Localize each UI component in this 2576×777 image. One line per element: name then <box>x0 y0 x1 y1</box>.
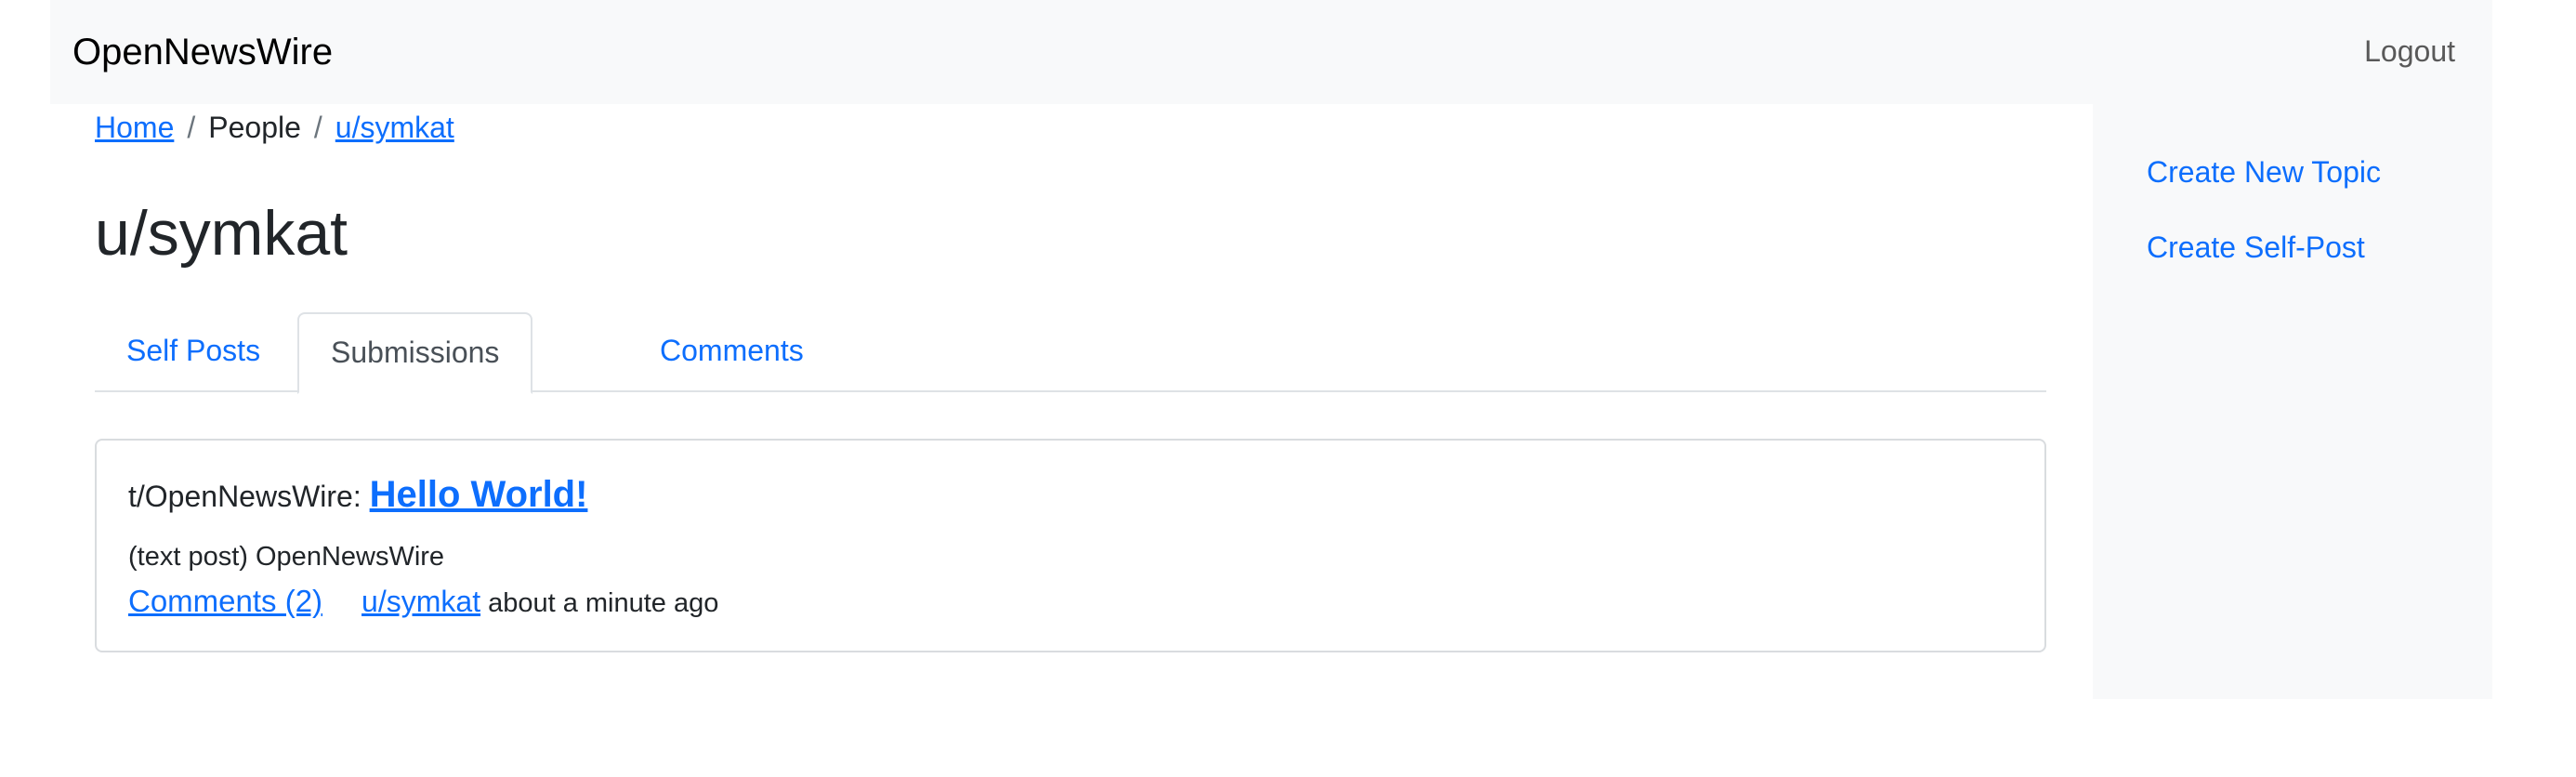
breadcrumb-people: People <box>208 111 301 144</box>
breadcrumb-separator: / <box>187 111 196 144</box>
submission-card: t/OpenNewsWire: Hello World! (text post)… <box>95 439 2046 652</box>
tab-comments[interactable]: Comments <box>628 312 835 392</box>
logout-link[interactable]: Logout <box>2364 30 2455 72</box>
page-title: u/symkat <box>95 198 348 269</box>
submission-footer: Comments (2) u/symkat about a minute ago <box>128 580 718 625</box>
submission-meta: (text post) OpenNewsWire <box>128 537 444 576</box>
top-navbar: OpenNewsWire Logout <box>50 0 2492 104</box>
tab-self-posts[interactable]: Self Posts <box>95 312 292 392</box>
breadcrumb-user-link[interactable]: u/symkat <box>335 111 454 144</box>
submission-time: about a minute ago <box>488 588 719 618</box>
breadcrumb-home-link[interactable]: Home <box>95 111 174 144</box>
profile-tabs: Self Posts Submissions Comments <box>95 312 2046 394</box>
comments-link[interactable]: Comments (2) <box>128 584 322 618</box>
submission-title-link[interactable]: Hello World! <box>370 474 588 515</box>
create-new-topic-link[interactable]: Create New Topic <box>2147 151 2381 193</box>
breadcrumb-separator: / <box>313 111 322 144</box>
tab-submissions[interactable]: Submissions <box>297 312 533 394</box>
right-sidebar: Create New Topic Create Self-Post <box>2093 104 2492 699</box>
author-link[interactable]: u/symkat <box>361 585 480 618</box>
submission-type: (text post) <box>128 542 248 572</box>
breadcrumb: Home / People / u/symkat <box>95 106 454 149</box>
create-self-post-link[interactable]: Create Self-Post <box>2147 226 2365 269</box>
submission-topic: t/OpenNewsWire: <box>128 480 361 513</box>
submission-heading: t/OpenNewsWire: Hello World! <box>128 468 587 522</box>
submission-source: OpenNewsWire <box>256 542 445 572</box>
brand-link[interactable]: OpenNewsWire <box>72 26 333 78</box>
